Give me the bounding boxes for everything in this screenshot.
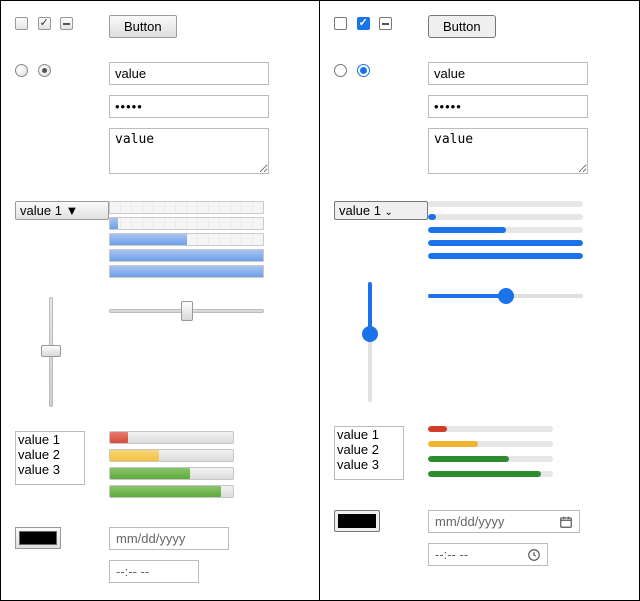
meter xyxy=(109,467,234,480)
select-value: value 1 xyxy=(339,203,381,218)
meter xyxy=(428,441,553,447)
select-dropdown[interactable]: value 1 ▼ xyxy=(15,201,109,220)
progress-bar xyxy=(428,201,583,207)
listbox-option[interactable]: value 2 xyxy=(335,442,403,457)
radio-checked[interactable] xyxy=(38,64,51,77)
time-placeholder: --:-- -- xyxy=(435,547,468,562)
progress-bar xyxy=(109,201,264,214)
progress-bar xyxy=(109,233,264,246)
slider-horizontal[interactable] xyxy=(428,286,583,306)
calendar-icon xyxy=(559,515,573,529)
text-input[interactable] xyxy=(428,62,588,85)
progress-bar xyxy=(428,214,583,220)
modern-pane: Button ••••• value xyxy=(320,1,639,600)
slider-vertical[interactable] xyxy=(41,297,61,407)
listbox-option[interactable]: value 1 xyxy=(335,427,403,442)
checkbox-checked[interactable] xyxy=(357,17,370,30)
listbox[interactable]: value 1 value 2 value 3 xyxy=(15,431,85,485)
color-swatch xyxy=(19,531,57,545)
progress-bar xyxy=(428,227,583,233)
color-swatch xyxy=(338,514,376,528)
checkbox-indeterminate[interactable] xyxy=(60,17,73,30)
date-placeholder: mm/dd/yyyy xyxy=(435,514,504,529)
radio-unchecked[interactable] xyxy=(334,64,347,77)
progress-bar xyxy=(109,249,264,262)
progress-bar xyxy=(428,240,583,246)
meter xyxy=(428,426,553,432)
time-input[interactable]: --:-- -- xyxy=(428,543,548,566)
listbox-option[interactable]: value 1 xyxy=(16,432,84,447)
radio-unchecked[interactable] xyxy=(15,64,28,77)
progress-bar xyxy=(109,265,264,278)
comparison-frame: Button ••••• value xyxy=(0,0,640,601)
listbox-option[interactable]: value 2 xyxy=(16,447,84,462)
textarea[interactable]: value xyxy=(109,128,269,174)
clock-icon xyxy=(527,548,541,562)
color-input[interactable] xyxy=(15,527,61,549)
checkbox-unchecked[interactable] xyxy=(334,17,347,30)
meter xyxy=(428,456,553,462)
meter xyxy=(109,485,234,498)
textarea[interactable]: value xyxy=(428,128,588,174)
text-input[interactable] xyxy=(109,62,269,85)
slider-horizontal[interactable] xyxy=(109,301,264,321)
progress-bar xyxy=(428,253,583,259)
meter xyxy=(109,431,234,444)
checkbox-indeterminate[interactable] xyxy=(379,17,392,30)
button[interactable]: Button xyxy=(428,15,496,38)
listbox-option[interactable]: value 3 xyxy=(335,457,403,472)
checkbox-checked[interactable] xyxy=(38,17,51,30)
meter xyxy=(428,471,553,477)
radio-checked[interactable] xyxy=(357,64,370,77)
password-input[interactable]: ••••• xyxy=(428,95,588,118)
select-value: value 1 xyxy=(20,203,62,218)
listbox-option[interactable]: value 3 xyxy=(16,462,84,477)
date-input[interactable]: mm/dd/yyyy xyxy=(109,527,229,550)
date-input[interactable]: mm/dd/yyyy xyxy=(428,510,580,533)
meter xyxy=(109,449,234,462)
listbox[interactable]: value 1 value 2 value 3 xyxy=(334,426,404,480)
legacy-pane: Button ••••• value xyxy=(1,1,320,600)
color-input[interactable] xyxy=(334,510,380,532)
button[interactable]: Button xyxy=(109,15,177,38)
time-input[interactable]: --:-- -- xyxy=(109,560,199,583)
progress-bar xyxy=(109,217,264,230)
select-dropdown[interactable]: value 1 ⌄ xyxy=(334,201,428,220)
slider-vertical[interactable] xyxy=(360,282,380,402)
password-input[interactable]: ••••• xyxy=(109,95,269,118)
checkbox-unchecked[interactable] xyxy=(15,17,28,30)
